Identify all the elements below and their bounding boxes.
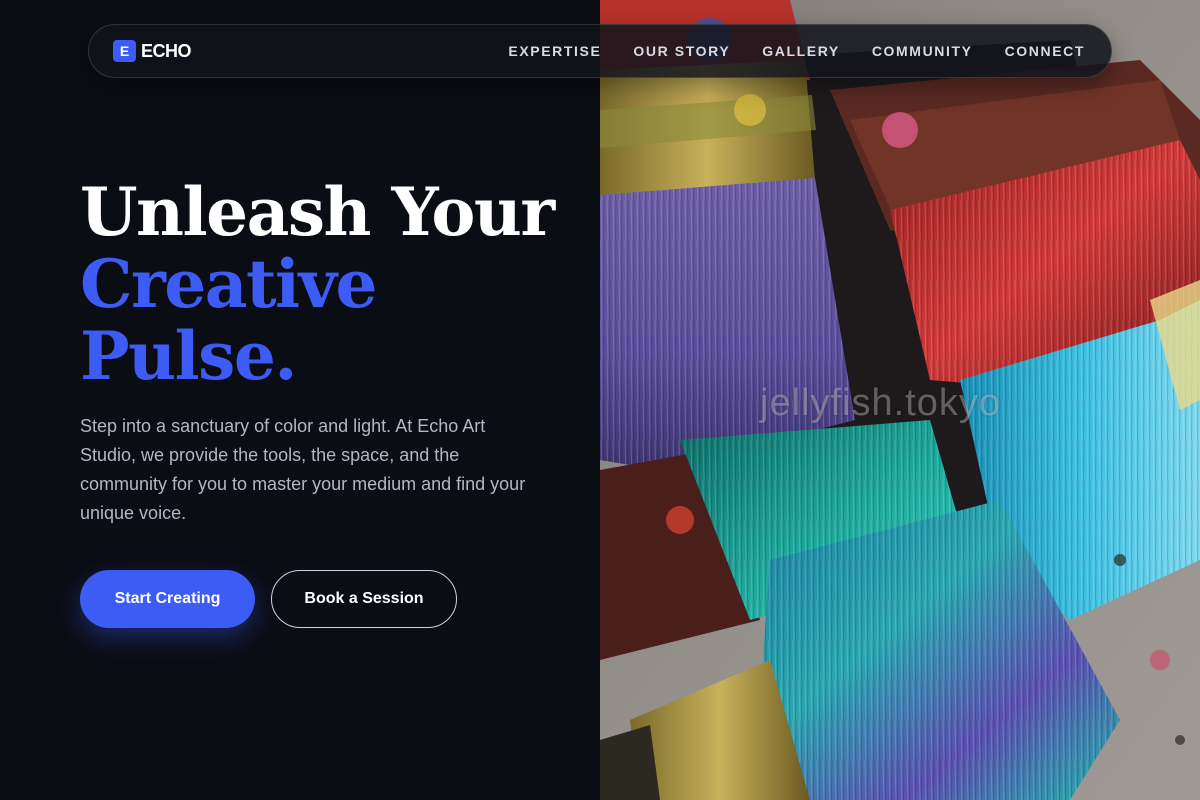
hero-headline: Unleash Your Creative Pulse. (80, 176, 560, 392)
hero-description: Step into a sanctuary of color and light… (80, 416, 526, 523)
brand-logo[interactable]: E ECHO (113, 40, 192, 62)
nav-links: EXPERTISE OUR STORY GALLERY COMMUNITY CO… (508, 43, 1085, 59)
nav-link-our-story[interactable]: OUR STORY (633, 43, 730, 59)
nav-link-community[interactable]: COMMUNITY (872, 43, 973, 59)
book-session-button[interactable]: Book a Session (271, 570, 457, 628)
hero-cta-row: Start Creating Book a Session (80, 570, 457, 628)
nav-link-connect[interactable]: CONNECT (1005, 43, 1085, 59)
brand-name: ECHO (141, 40, 192, 61)
headline-line-3: Pulse. (80, 317, 297, 395)
headline-line-1: Unleash Your (80, 173, 555, 251)
hero-copy: Unleash Your Creative Pulse. Step into a… (80, 176, 560, 528)
hero-image-paint-brushes: jellyfish.tokyo (600, 0, 1200, 800)
landing-page: jellyfish.tokyo E ECHO EXPERTISE OUR STO… (0, 0, 1200, 800)
start-creating-button[interactable]: Start Creating (80, 570, 255, 628)
image-watermark: jellyfish.tokyo (760, 382, 1001, 424)
nav-link-expertise[interactable]: EXPERTISE (508, 43, 601, 59)
headline-line-2: Creative (80, 245, 377, 323)
nav-link-gallery[interactable]: GALLERY (762, 43, 840, 59)
brand-mark-icon: E (113, 40, 136, 62)
top-navigation: E ECHO EXPERTISE OUR STORY GALLERY COMMU… (88, 24, 1112, 78)
